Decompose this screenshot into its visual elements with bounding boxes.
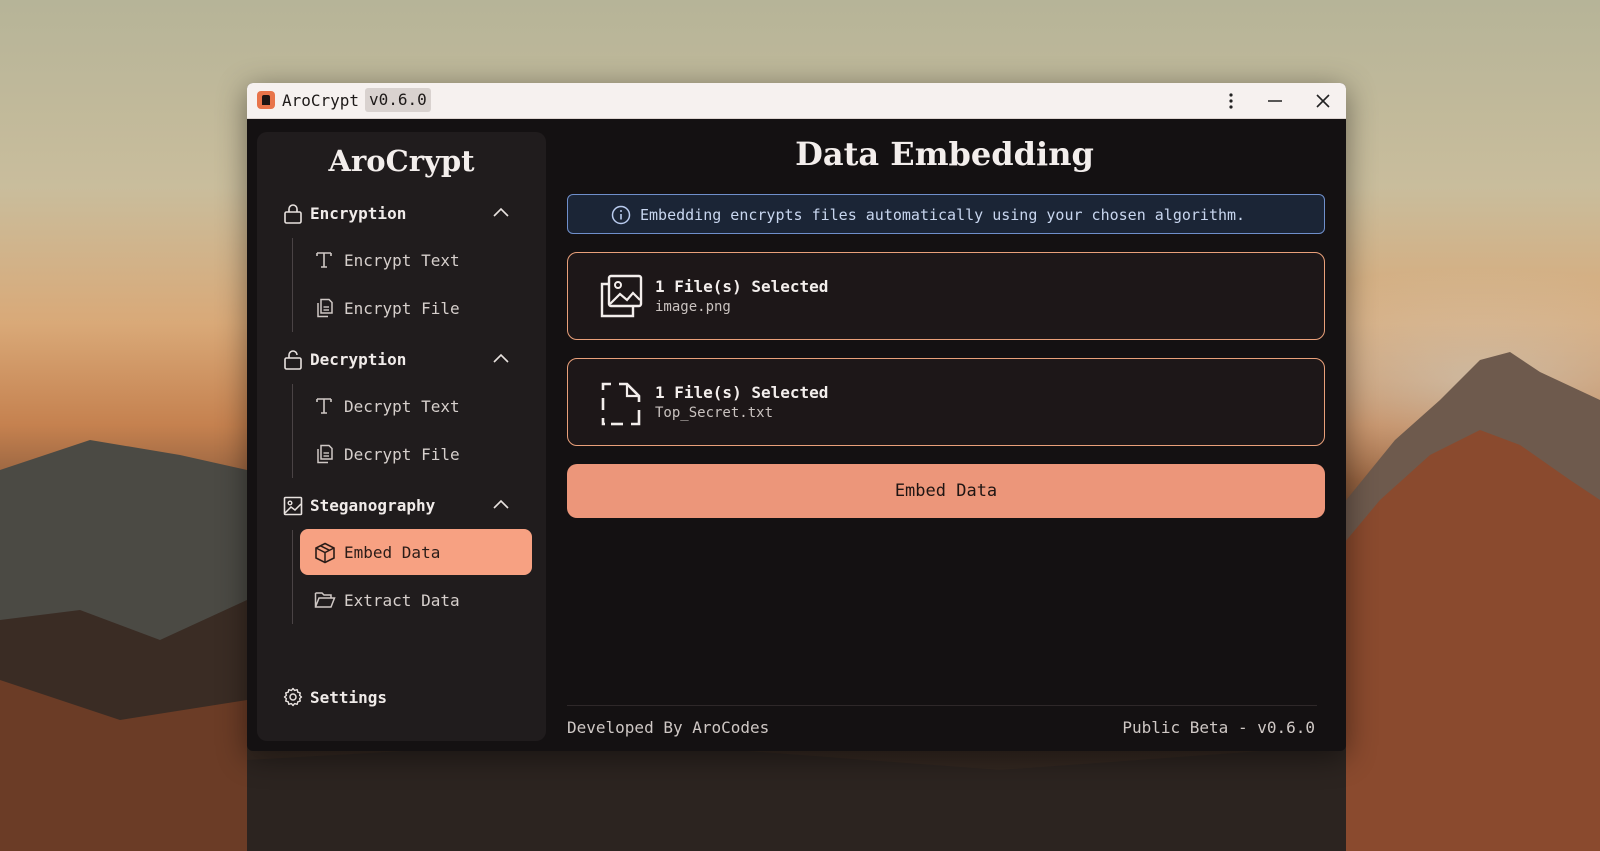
more-vertical-icon (1229, 92, 1233, 109)
images-icon (600, 274, 643, 318)
sidebar-item-extract-data[interactable]: Extract Data (300, 577, 532, 623)
sidebar-item-decrypt-file[interactable]: Decrypt File (300, 431, 532, 477)
section-rail (292, 384, 293, 478)
package-icon (315, 542, 335, 564)
sidebar-item-label: Encrypt Text (344, 251, 460, 270)
sidebar-item-label: Decrypt File (344, 445, 460, 464)
footer-version: Public Beta - v0.6.0 (1122, 718, 1315, 737)
sidebar-item-encrypt-file[interactable]: Encrypt File (300, 285, 532, 331)
lock-icon (284, 204, 302, 224)
sidebar: AroCrypt Encryption Encrypt Text Encrypt… (257, 132, 546, 741)
section-label: Decryption (310, 350, 407, 369)
window-title: AroCrypt (282, 91, 360, 110)
text-icon (316, 398, 332, 414)
info-text: Embedding encrypts files automatically u… (640, 206, 1246, 224)
app-window: AroCrypt v0.6.0 AroCrypt Encryption Encr… (247, 83, 1346, 751)
section-label: Steganography (310, 496, 436, 515)
unlock-icon (284, 350, 302, 370)
sidebar-item-settings[interactable]: Settings (283, 682, 483, 712)
section-encryption[interactable]: Encryption (283, 196, 533, 232)
file-name: Top_Secret.txt (655, 405, 774, 421)
section-rail (292, 238, 293, 332)
embed-data-button[interactable]: Embed Data (567, 464, 1325, 518)
text-icon (316, 252, 332, 268)
section-rail (292, 530, 293, 624)
close-icon (1316, 93, 1330, 108)
file-count: 1 File(s) Selected (655, 277, 829, 296)
minimize-button[interactable] (1255, 83, 1295, 118)
chevron-up-icon[interactable] (491, 351, 511, 365)
minimize-icon (1268, 99, 1282, 102)
sidebar-item-label: Encrypt File (344, 299, 460, 318)
section-label: Encryption (310, 204, 407, 223)
info-icon (611, 205, 631, 225)
cover-image-picker[interactable]: 1 File(s) Selected image.png (567, 252, 1325, 340)
sidebar-item-decrypt-text[interactable]: Decrypt Text (300, 383, 532, 429)
footer-credit: Developed By AroCodes (567, 718, 770, 737)
sidebar-brand: AroCrypt (328, 144, 475, 178)
chevron-up-icon[interactable] (491, 205, 511, 219)
info-banner: Embedding encrypts files automatically u… (567, 194, 1325, 234)
settings-label: Settings (310, 688, 388, 707)
sidebar-item-label: Decrypt Text (344, 397, 460, 416)
section-steganography[interactable]: Steganography (283, 488, 533, 524)
chevron-up-icon[interactable] (491, 497, 511, 511)
section-decryption[interactable]: Decryption (283, 342, 533, 378)
page-title: Data Embedding (795, 135, 1094, 173)
sidebar-item-embed-data[interactable]: Embed Data (300, 529, 532, 575)
more-options-button[interactable] (1211, 83, 1251, 118)
gear-icon (283, 687, 303, 707)
sidebar-item-label: Extract Data (344, 591, 460, 610)
sidebar-item-encrypt-text[interactable]: Encrypt Text (300, 237, 532, 283)
secret-file-picker[interactable]: 1 File(s) Selected Top_Secret.txt (567, 358, 1325, 446)
file-name: image.png (655, 299, 731, 315)
folder-open-icon (314, 592, 336, 608)
file-count: 1 File(s) Selected (655, 383, 829, 402)
app-logo-icon (257, 91, 275, 109)
file-dashed-icon (601, 382, 641, 426)
file-copy-icon (317, 444, 333, 464)
version-chip: v0.6.0 (365, 88, 431, 112)
footer-divider (567, 705, 1317, 706)
title-bar[interactable]: AroCrypt v0.6.0 (247, 83, 1346, 119)
sidebar-item-label: Embed Data (344, 543, 441, 562)
file-copy-icon (317, 298, 333, 318)
close-button[interactable] (1303, 83, 1343, 118)
image-icon (283, 496, 303, 516)
